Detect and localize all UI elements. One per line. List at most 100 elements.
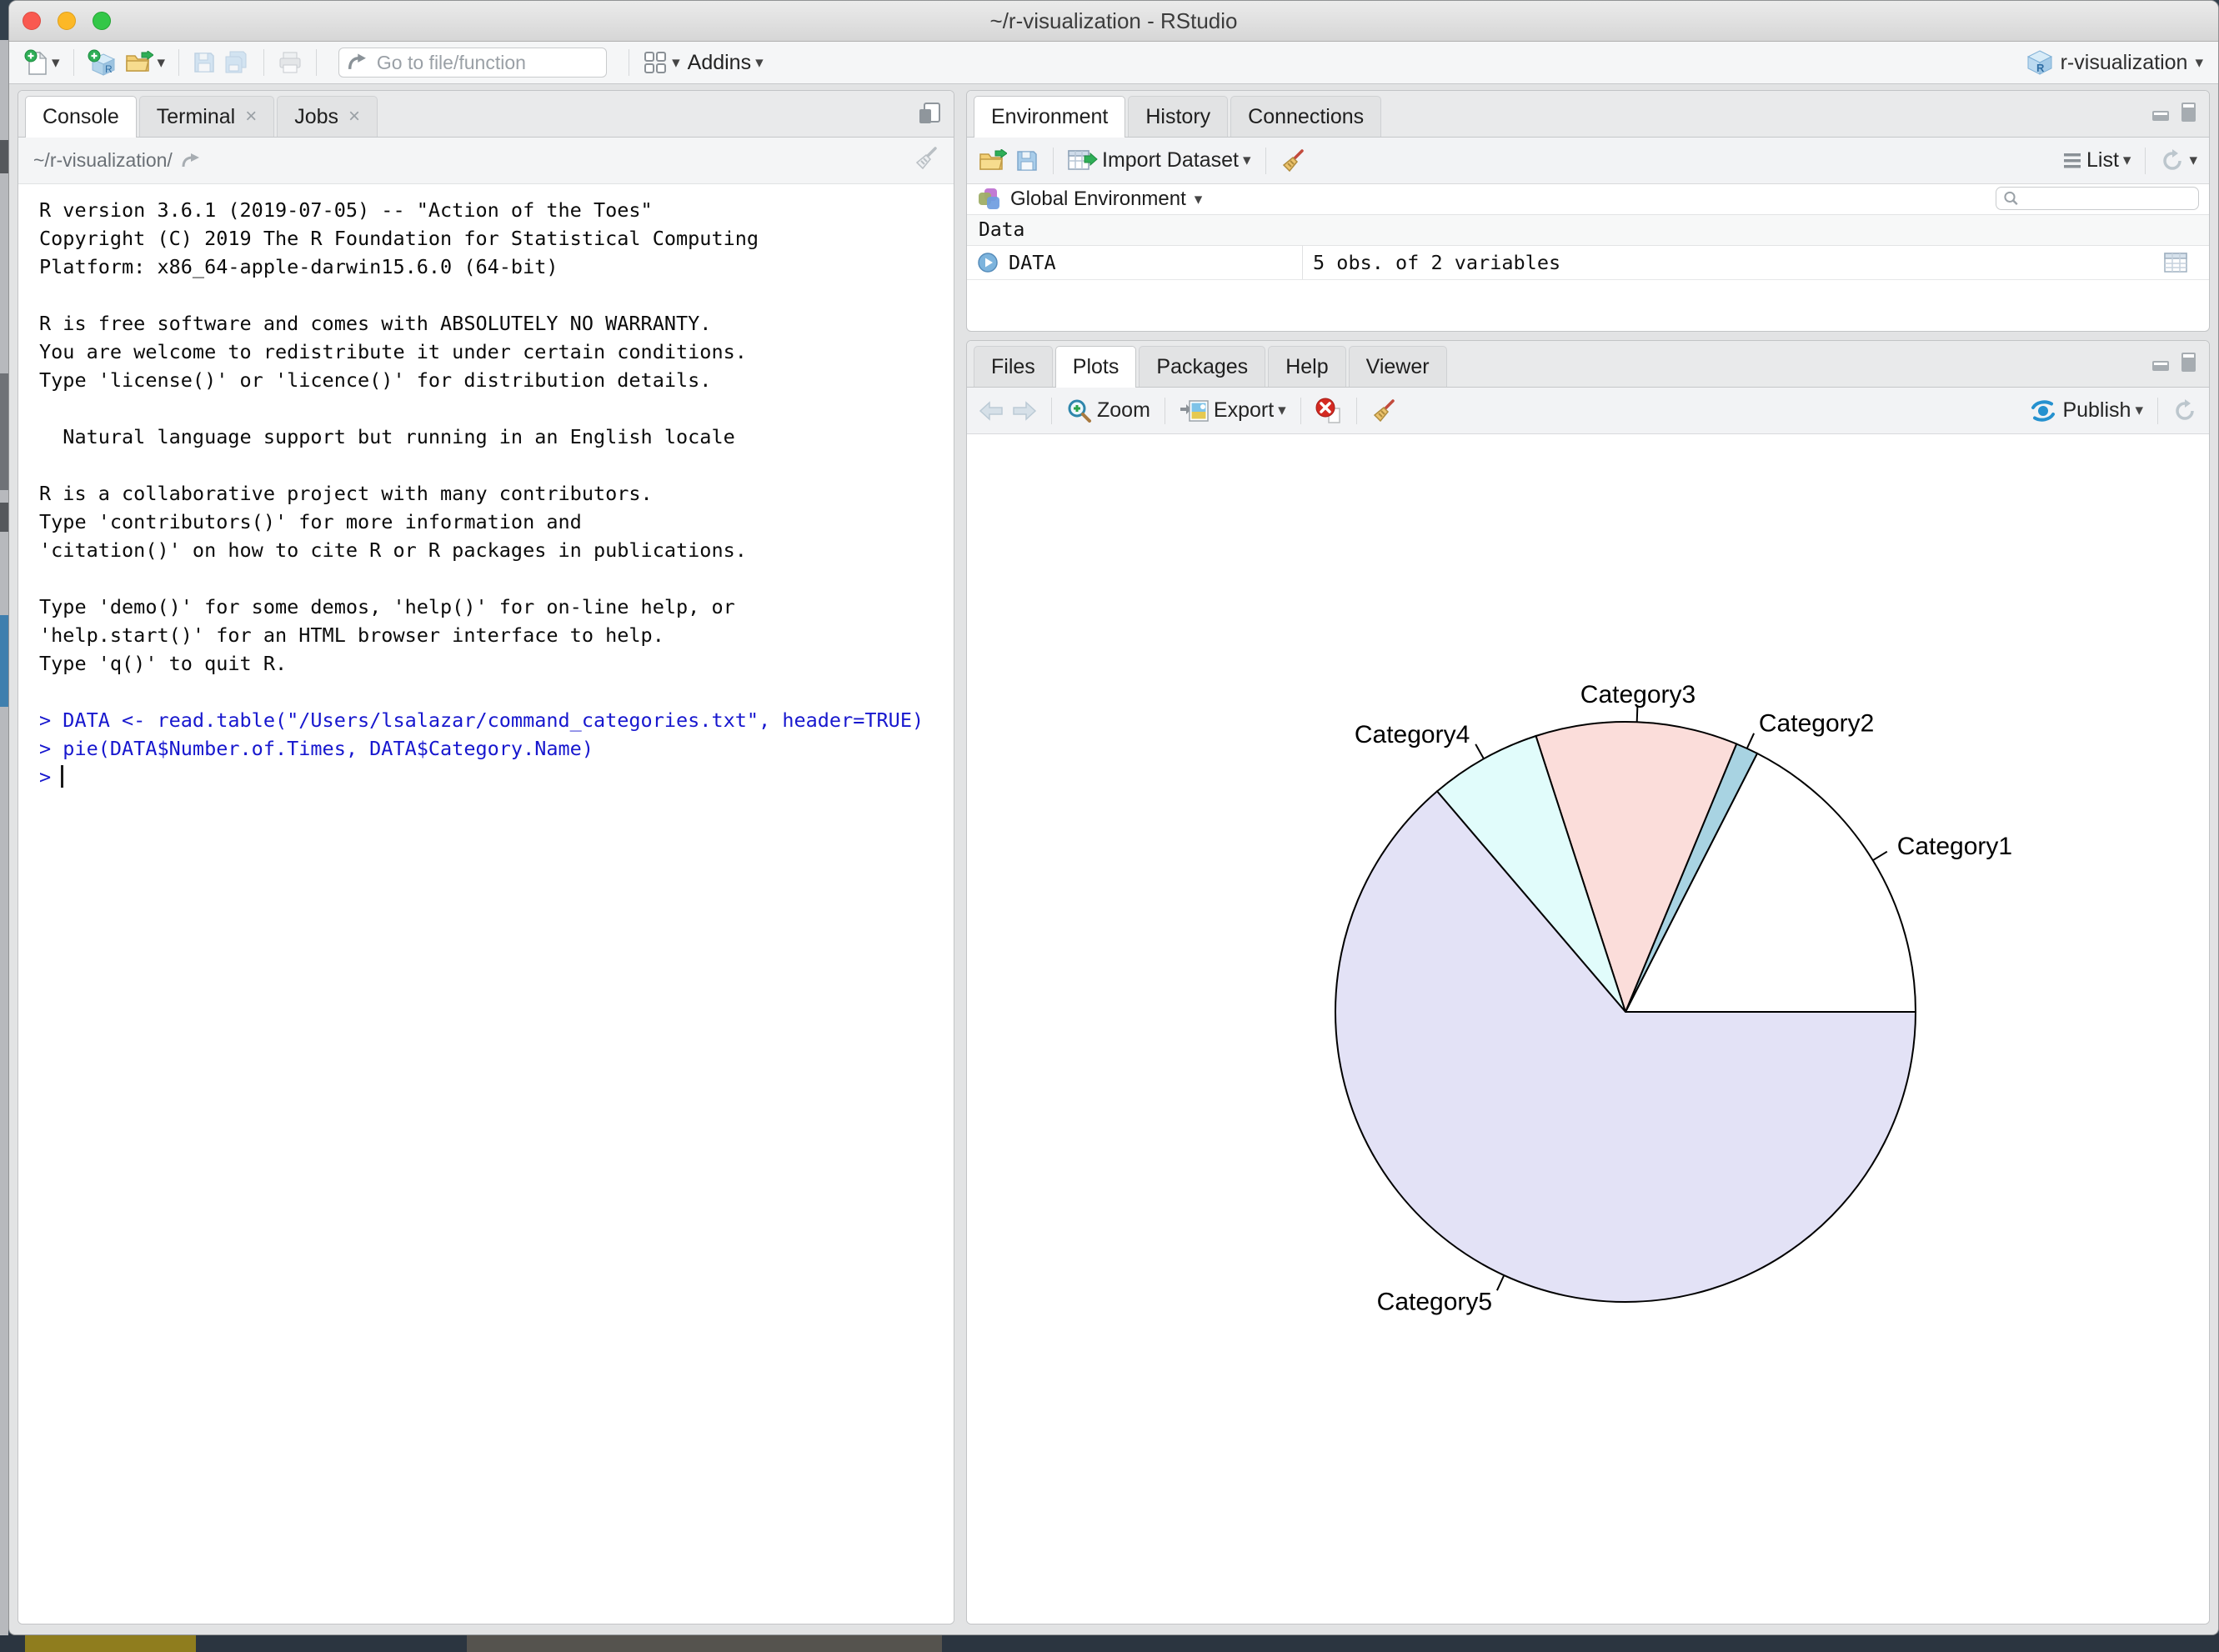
next-plot-arrow-icon[interactable] bbox=[1012, 401, 1037, 421]
previous-plot-arrow-icon[interactable] bbox=[979, 401, 1004, 421]
export-image-icon bbox=[1180, 399, 1210, 423]
caret-down-icon: ▾ bbox=[2135, 403, 2143, 418]
maximize-pane-icon[interactable] bbox=[2181, 101, 2197, 123]
addins-button[interactable]: Addins ▾ bbox=[688, 51, 764, 75]
console-line bbox=[39, 281, 947, 309]
close-window-button[interactable] bbox=[23, 12, 41, 30]
console-line: > DATA <- read.table("/Users/lsalazar/co… bbox=[39, 706, 947, 734]
clear-all-plots-broom-icon[interactable] bbox=[1371, 398, 1396, 423]
environment-search-box[interactable] bbox=[1996, 187, 2199, 210]
project-menu-button[interactable]: R r-visualization ▾ bbox=[2026, 49, 2203, 76]
publish-label: Publish bbox=[2062, 398, 2131, 423]
save-button[interactable] bbox=[193, 51, 216, 74]
tab-help[interactable]: Help bbox=[1268, 346, 1345, 387]
zoom-plot-button[interactable]: Zoom bbox=[1066, 398, 1150, 424]
refresh-plot-icon[interactable] bbox=[2172, 398, 2197, 423]
console-line: R is free software and comes with ABSOLU… bbox=[39, 309, 947, 338]
export-label: Export bbox=[1214, 398, 1274, 423]
tab-packages[interactable]: Packages bbox=[1139, 346, 1265, 387]
goto-file-input[interactable] bbox=[375, 51, 598, 75]
console-line bbox=[39, 564, 947, 593]
title-bar: ~/r-visualization - RStudio bbox=[9, 1, 2218, 42]
caret-down-icon: ▾ bbox=[52, 55, 60, 71]
console-line: Platform: x86_64-apple-darwin15.6.0 (64-… bbox=[39, 253, 947, 281]
save-all-button[interactable] bbox=[223, 51, 250, 74]
open-file-button[interactable]: ▾ bbox=[125, 51, 166, 74]
maximize-pane-icon[interactable] bbox=[2181, 351, 2197, 373]
console-line: > pie(DATA$Number.of.Times, DATA$Categor… bbox=[39, 734, 947, 763]
import-dataset-icon bbox=[1068, 149, 1098, 173]
plots-pane: Files Plots Packages Help Viewer Zoom bbox=[966, 340, 2210, 1624]
goto-file-box[interactable] bbox=[338, 48, 607, 78]
plots-tabbar: Files Plots Packages Help Viewer bbox=[967, 341, 2209, 388]
print-button[interactable] bbox=[278, 51, 303, 74]
save-workspace-icon[interactable] bbox=[1015, 149, 1039, 173]
import-dataset-button[interactable]: Import Dataset ▾ bbox=[1068, 148, 1251, 173]
zoom-window-button[interactable] bbox=[93, 12, 111, 30]
caret-down-icon: ▾ bbox=[2189, 153, 2197, 168]
minimize-pane-icon[interactable] bbox=[2151, 351, 2171, 373]
console-line: Copyright (C) 2019 The R Foundation for … bbox=[39, 224, 947, 253]
new-project-button[interactable]: R bbox=[88, 49, 118, 76]
tab-history[interactable]: History bbox=[1128, 96, 1228, 137]
console-line: R version 3.6.1 (2019-07-05) -- "Action … bbox=[39, 196, 947, 224]
console-line bbox=[39, 451, 947, 479]
expand-object-play-icon[interactable] bbox=[977, 252, 999, 273]
tab-environment[interactable]: Environment bbox=[974, 96, 1125, 138]
pie-chart: Category1Category2Category3Category4Cate… bbox=[967, 434, 2209, 1624]
open-in-window-arrow-icon[interactable] bbox=[181, 152, 201, 170]
background-window-edge bbox=[0, 40, 8, 1635]
environment-toolbar: Import Dataset ▾ List ▾ ▾ bbox=[967, 138, 2209, 184]
load-workspace-folder-icon[interactable] bbox=[979, 149, 1007, 173]
refresh-environment-button[interactable]: ▾ bbox=[2160, 148, 2197, 173]
console-line: Natural language support but running in … bbox=[39, 423, 947, 451]
console-line: 'help.start()' for an HTML browser inter… bbox=[39, 621, 947, 649]
minimize-pane-icon[interactable] bbox=[2151, 101, 2171, 123]
tab-console[interactable]: Console bbox=[25, 96, 137, 138]
refresh-icon bbox=[2160, 148, 2185, 173]
environment-search-input[interactable] bbox=[2024, 188, 2191, 209]
console-output[interactable]: R version 3.6.1 (2019-07-05) -- "Action … bbox=[18, 184, 954, 1624]
goto-arrow-icon bbox=[348, 52, 367, 73]
tab-files[interactable]: Files bbox=[974, 346, 1053, 387]
publish-icon bbox=[2028, 399, 2058, 423]
tab-jobs[interactable]: Jobs × bbox=[277, 96, 378, 137]
view-table-icon[interactable] bbox=[2164, 253, 2187, 273]
console-tabbar: Console Terminal × Jobs × bbox=[18, 91, 954, 138]
clear-environment-broom-icon[interactable] bbox=[1280, 148, 1305, 173]
tab-terminal[interactable]: Terminal × bbox=[139, 96, 275, 137]
toolbar-divider bbox=[73, 49, 74, 76]
console-line: Type 'demo()' for some demos, 'help()' f… bbox=[39, 593, 947, 621]
minimize-window-button[interactable] bbox=[58, 12, 76, 30]
pie-slice-label: Category2 bbox=[1759, 710, 1874, 738]
caret-down-icon: ▾ bbox=[2123, 153, 2131, 168]
pie-slice-label: Category4 bbox=[1355, 721, 1470, 748]
tab-connections[interactable]: Connections bbox=[1230, 96, 1381, 137]
plots-toolbar: Zoom Export ▾ Publish ▾ bbox=[967, 388, 2209, 434]
export-plot-button[interactable]: Export ▾ bbox=[1180, 398, 1286, 423]
close-icon[interactable]: × bbox=[348, 105, 360, 128]
console-pane: Console Terminal × Jobs × ~/r-visualizat… bbox=[18, 90, 954, 1624]
clear-console-broom-icon[interactable] bbox=[914, 146, 939, 171]
zoom-magnifier-icon bbox=[1066, 398, 1093, 424]
import-dataset-label: Import Dataset bbox=[1102, 148, 1239, 173]
publish-button[interactable]: Publish ▾ bbox=[2028, 398, 2143, 423]
maximize-pane-icon[interactable] bbox=[917, 101, 942, 126]
console-line: > bbox=[39, 763, 947, 791]
new-file-button[interactable]: ▾ bbox=[24, 49, 60, 76]
text-cursor bbox=[61, 765, 63, 788]
environment-tabbar: Environment History Connections bbox=[967, 91, 2209, 138]
environment-object-row[interactable]: DATA 5 obs. of 2 variables bbox=[967, 246, 2209, 280]
console-line bbox=[39, 678, 947, 706]
pie-label-tick bbox=[1475, 744, 1484, 759]
project-name-label: r-visualization bbox=[2061, 51, 2188, 75]
close-icon[interactable]: × bbox=[245, 105, 257, 128]
tab-viewer[interactable]: Viewer bbox=[1349, 346, 1447, 387]
environment-pane: Environment History Connections Import D… bbox=[966, 90, 2210, 332]
print-icon bbox=[278, 51, 303, 74]
environment-scope-selector[interactable]: Global Environment bbox=[1010, 188, 1186, 211]
remove-plot-icon[interactable] bbox=[1315, 398, 1342, 424]
tab-plots[interactable]: Plots bbox=[1055, 346, 1137, 388]
panes-layout-button[interactable]: ▾ bbox=[643, 50, 680, 75]
list-view-button[interactable]: List ▾ bbox=[2062, 148, 2131, 173]
